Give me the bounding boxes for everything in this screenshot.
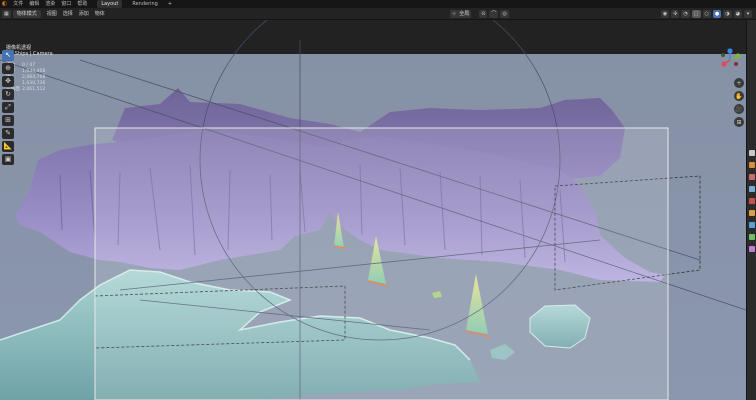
proportional-edit-button[interactable]: ◎ (500, 9, 509, 18)
modifier-properties-icon[interactable] (748, 222, 755, 228)
move-tool-icon: ✥ (5, 77, 11, 85)
zoom-button[interactable]: + (734, 78, 744, 88)
menu-add[interactable]: 添加 (79, 10, 89, 17)
wireframe-sphere-icon: ○ (704, 10, 709, 17)
mode-label: 物体模式 (16, 11, 37, 17)
xray-button[interactable]: ▢ (691, 9, 701, 18)
workspace-tab-rendering[interactable]: Rendering (128, 0, 162, 8)
menu-object[interactable]: 物体 (95, 10, 105, 17)
move-tool-button[interactable]: ✥ (2, 76, 14, 87)
measure-tool-button[interactable]: 📐 (2, 141, 14, 152)
render-properties-icon[interactable] (748, 162, 755, 168)
pivot-button[interactable]: ⊙ (479, 9, 488, 18)
gizmo-x-axis[interactable] (721, 61, 727, 67)
cursor-tool-button[interactable]: ⊕ (2, 63, 14, 74)
scene-properties-icon[interactable] (748, 186, 755, 192)
eye-icon: ◉ (662, 10, 668, 17)
add-cube-tool-button[interactable]: ▣ (2, 154, 14, 165)
shading-options-label: ▾ (746, 10, 750, 17)
xray-icon: ▢ (693, 10, 699, 17)
object-properties-icon[interactable] (748, 210, 755, 216)
world-properties-icon[interactable] (748, 198, 755, 204)
menu-window[interactable]: 窗口 (61, 0, 71, 8)
menu-render[interactable]: 渲染 (45, 0, 55, 8)
gizmo-y-axis[interactable] (735, 53, 741, 59)
orientation-selector[interactable]: ⊹ 全局 (450, 9, 472, 18)
overlay-toggle-button[interactable]: ◔ (681, 9, 690, 18)
tool-shelf: ↖ ⊕ ✥ ↻ ⤢ ⊞ ✎ 📐 ▣ (2, 50, 14, 165)
shading-material-button[interactable]: ◑ (723, 9, 732, 18)
rotate-tool-icon: ↻ (5, 90, 11, 98)
measure-tool-icon: 📐 (3, 142, 13, 150)
ortho-toggle-button[interactable]: ⊞ (734, 117, 744, 127)
blender-window: ◐ 文件 编辑 渲染 窗口 帮助 Layout Rendering + ▦ 物体… (0, 0, 756, 400)
magnet-icon: ⌒ (491, 11, 497, 17)
snap-button[interactable]: ⌒ (489, 9, 499, 18)
navigation-gizmo[interactable] (716, 46, 744, 74)
proportional-icon: ◎ (502, 10, 507, 17)
select-tool-icon: ↖ (5, 51, 11, 59)
orientation-icon: ⊹ (452, 10, 457, 17)
workspace-tab-layout[interactable]: Layout (97, 0, 123, 8)
shading-solid-button[interactable]: ● (712, 9, 722, 18)
physics-properties-icon[interactable] (748, 234, 755, 240)
rendered-sphere-icon: ◕ (735, 10, 740, 17)
properties-strip (746, 20, 756, 400)
pivot-icon: ⊙ (481, 10, 486, 17)
blender-logo-icon[interactable]: ◐ (2, 0, 7, 8)
3d-viewport[interactable]: 摄像机透视 (1) Ships | Camera 物体0 / 47 顶点1,03… (0, 20, 746, 400)
material-properties-icon[interactable] (748, 246, 755, 252)
shading-options-button[interactable]: ▾ (744, 9, 752, 18)
camera-frame-fill (95, 128, 668, 400)
cursor-tool-icon: ⊕ (5, 64, 11, 72)
material-sphere-icon: ◑ (725, 10, 730, 17)
editor-type-button[interactable]: ▦ (2, 9, 11, 18)
annotate-tool-icon: ✎ (5, 129, 11, 137)
scale-tool-icon: ⤢ (5, 103, 11, 111)
solid-sphere-icon: ● (714, 10, 720, 17)
cube-editor-icon: ▦ (4, 10, 9, 17)
add-workspace-button[interactable]: + (168, 0, 172, 8)
gizmo-z-axis[interactable] (727, 48, 733, 54)
rotate-tool-button[interactable]: ↻ (2, 89, 14, 100)
menu-help[interactable]: 帮助 (77, 0, 87, 8)
visibility-button[interactable]: ◉ (660, 9, 670, 18)
menu-select[interactable]: 选择 (63, 10, 73, 17)
menu-view[interactable]: 视图 (47, 10, 57, 17)
tool-properties-icon[interactable] (748, 150, 755, 156)
orientation-label: 全局 (459, 11, 470, 17)
shading-wireframe-button[interactable]: ○ (702, 9, 711, 18)
scale-tool-button[interactable]: ⤢ (2, 102, 14, 113)
navigation-buttons: + ✋ 🎥 ⊞ (734, 78, 744, 127)
transform-tool-button[interactable]: ⊞ (2, 115, 14, 126)
top-menubar: ◐ 文件 编辑 渲染 窗口 帮助 Layout Rendering + (0, 0, 756, 8)
annotate-tool-button[interactable]: ✎ (2, 128, 14, 139)
mode-selector[interactable]: 物体模式 (12, 9, 41, 18)
gizmo-toggle-button[interactable]: ✣ (671, 9, 680, 18)
menu-edit[interactable]: 编辑 (29, 0, 39, 8)
add-cube-tool-icon: ▣ (4, 155, 12, 163)
transform-tool-icon: ⊞ (5, 116, 11, 124)
stat-value: 2,061,512 (22, 87, 46, 92)
output-properties-icon[interactable] (748, 174, 755, 180)
overlay-icon: ◔ (683, 10, 688, 17)
shading-rendered-button[interactable]: ◕ (733, 9, 742, 18)
viewport-header: ▦ 物体模式 视图 选择 添加 物体 ⊹ 全局 ⊙ ⌒ ◎ ◉ ✣ ◔ ▢ ○ ●… (0, 8, 756, 20)
pan-button[interactable]: ✋ (734, 91, 744, 101)
camera-view-button[interactable]: 🎥 (734, 104, 744, 114)
gizmo-icon: ✣ (673, 10, 678, 17)
menu-file[interactable]: 文件 (13, 0, 23, 8)
select-tool-button[interactable]: ↖ (2, 50, 14, 61)
scene-render (0, 20, 746, 400)
